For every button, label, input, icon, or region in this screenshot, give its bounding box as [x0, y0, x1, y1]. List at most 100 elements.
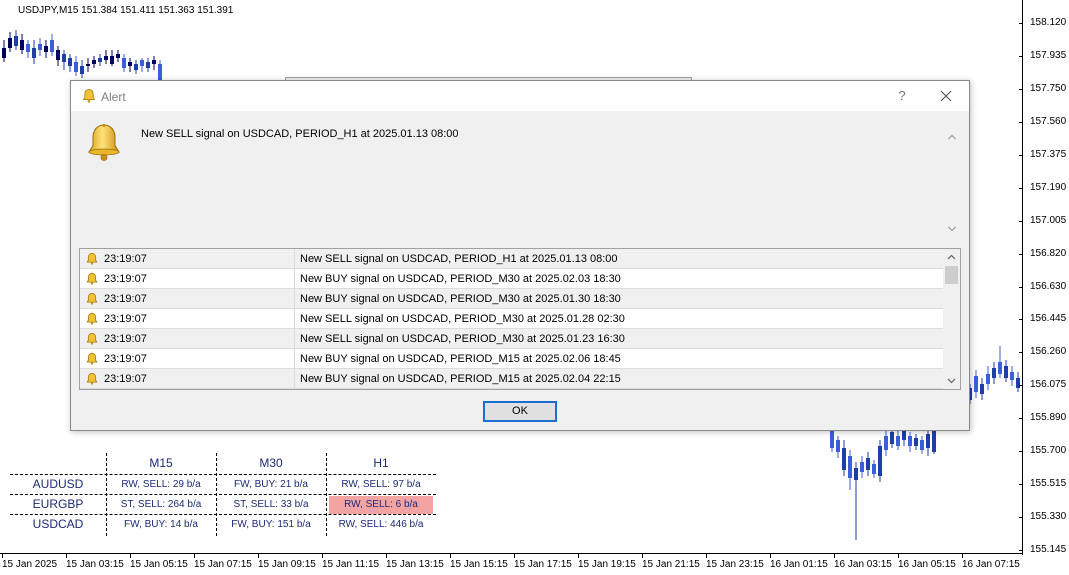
candle-body [848, 456, 852, 478]
list-item[interactable]: 23:19:07 New BUY signal on USDCAD, PERIOD… [80, 289, 943, 309]
list-scroll-thumb[interactable] [945, 266, 958, 284]
price-axis: 158.120 157.935 157.750 157.560 157.375 157.1… [1019, 0, 1069, 555]
time-label: 15 Jan 15:15 [450, 559, 508, 570]
bell-icon [85, 372, 99, 389]
symbol-label: EURGBP [32, 497, 84, 511]
candle-body [62, 54, 66, 62]
time-tick [514, 554, 515, 558]
time-tick [258, 554, 259, 558]
message-scroll-down-arrow[interactable] [946, 223, 958, 235]
candle-body [74, 62, 78, 72]
alert-message: New SELL signal on USDCAD, PERIOD_H1 at … [141, 128, 459, 140]
alert-time: 23:19:07 [104, 253, 147, 265]
price-label: 155.700 [1030, 445, 1067, 456]
price-label: 155.515 [1030, 478, 1067, 489]
time-label: 16 Jan 05:15 [898, 559, 956, 570]
price-tick [1019, 221, 1023, 222]
message-scroll-up-arrow[interactable] [946, 131, 958, 143]
price-tick [1019, 122, 1023, 123]
candle-body [8, 38, 12, 48]
candle-body [992, 368, 996, 378]
close-icon [940, 90, 952, 102]
time-label: 15 Jan 23:15 [706, 559, 764, 570]
candle-body [80, 66, 84, 74]
candle-body [158, 64, 162, 80]
help-button[interactable]: ? [894, 88, 910, 103]
candle-body [110, 56, 114, 64]
alert-time: 23:19:07 [104, 373, 147, 385]
time-label: 16 Jan 01:15 [770, 559, 828, 570]
time-label: 15 Jan 09:15 [258, 559, 316, 570]
column-divider [294, 269, 295, 289]
candle-body [998, 362, 1002, 374]
list-item[interactable]: 23:19:07 New SELL signal on USDCAD, PERIO… [80, 249, 943, 269]
candle-body [26, 44, 30, 52]
signal-cell: ST, SELL: 264 b/a [120, 499, 202, 510]
ok-button[interactable]: OK [483, 401, 557, 422]
list-item[interactable]: 23:19:07 New BUY signal on USDCAD, PERIOD… [80, 269, 943, 289]
candle-body [14, 36, 18, 46]
price-label: 155.890 [1030, 412, 1067, 423]
signal-cell: FW, BUY: 151 b/a [231, 519, 311, 530]
time-tick [834, 554, 835, 558]
candle-body [890, 432, 894, 444]
time-tick [450, 554, 451, 558]
time-tick [194, 554, 195, 558]
column-divider [294, 329, 295, 349]
chevron-down-icon [948, 226, 956, 232]
list-vertical-scrollbar[interactable] [943, 249, 960, 389]
alert-history-list[interactable]: 23:19:07 New BUY signal on USDCAD, PERIOD… [79, 248, 961, 390]
bell-icon [85, 312, 99, 329]
alert-message-area: New SELL signal on USDCAD, PERIOD_H1 at … [71, 111, 969, 245]
time-tick [898, 554, 899, 558]
candle-body [86, 64, 90, 66]
list-scroll-up-button[interactable] [943, 249, 960, 265]
timeframe-header: M15 [149, 456, 173, 470]
price-label: 158.120 [1030, 17, 1067, 28]
timeframe-header: H1 [373, 456, 389, 470]
price-tick [1019, 254, 1023, 255]
candle-body [122, 58, 126, 68]
chevron-up-icon [948, 134, 956, 140]
alert-text: New BUY signal on USDCAD, PERIOD_M30 at … [300, 273, 621, 285]
signal-cell: RW, SELL: 446 b/a [338, 519, 424, 530]
candle-body [128, 62, 132, 66]
large-bell-icon [83, 122, 125, 167]
list-item[interactable]: 23:19:07 New SELL signal on USDCAD, PERIO… [80, 309, 943, 329]
candle-body [926, 434, 930, 448]
list-scroll-down-button[interactable] [943, 373, 960, 389]
price-tick [1019, 23, 1023, 24]
candle-body [98, 58, 102, 62]
time-tick [130, 554, 131, 558]
candle-body [92, 60, 96, 64]
time-tick [578, 554, 579, 558]
candle-body [1004, 366, 1008, 378]
dialog-title-bar[interactable]: Alert ? [71, 81, 969, 111]
candle-body [842, 448, 846, 470]
time-label: 15 Jan 05:15 [130, 559, 188, 570]
close-button[interactable] [936, 87, 956, 105]
alert-text: New SELL signal on USDCAD, PERIOD_M30 at… [300, 333, 625, 345]
time-tick [2, 554, 3, 558]
bell-icon [85, 292, 99, 309]
time-tick [642, 554, 643, 558]
candle-body [134, 64, 138, 70]
price-tick [1019, 352, 1023, 353]
time-tick [962, 554, 963, 558]
price-tick [1019, 56, 1023, 57]
time-tick [386, 554, 387, 558]
time-label: 15 Jan 07:15 [194, 559, 252, 570]
column-divider [294, 349, 295, 369]
list-item[interactable]: 23:19:07 New SELL signal on USDCAD, PERIO… [80, 329, 943, 349]
column-divider [294, 309, 295, 329]
list-item[interactable]: 23:19:07 New BUY signal on USDCAD, PERIOD… [80, 369, 943, 389]
price-tick [1019, 550, 1023, 551]
candle-body [974, 376, 978, 392]
candle-body [50, 40, 54, 52]
candle-body [866, 458, 870, 470]
time-label: 15 Jan 13:15 [386, 559, 444, 570]
table-row-divider [10, 494, 436, 495]
list-item[interactable]: 23:19:07 New BUY signal on USDCAD, PERIOD… [80, 349, 943, 369]
chevron-up-icon [947, 254, 956, 260]
table-row-divider [10, 514, 436, 515]
